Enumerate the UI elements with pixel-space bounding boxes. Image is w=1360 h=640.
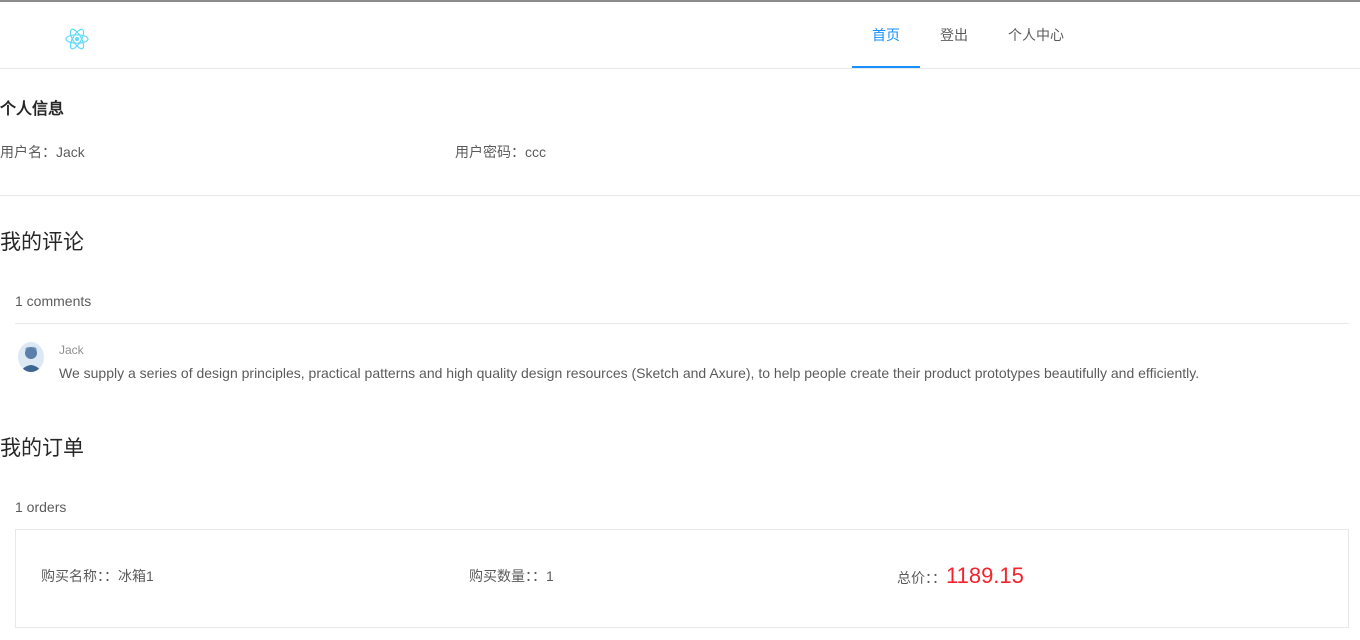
order-total-value: 1189.15	[946, 563, 1024, 588]
password-value: ccc	[525, 144, 546, 160]
top-header: 首页 登出 个人中心	[0, 2, 1360, 69]
order-qty-value: 1	[546, 568, 554, 584]
password-label: 用户密码：	[455, 144, 525, 160]
order-total-label: 总价：：	[897, 570, 946, 586]
orders-count: 1 orders	[15, 499, 67, 515]
user-avatar[interactable]	[18, 342, 44, 372]
order-name-label: 购买名称：：	[41, 568, 118, 584]
comments-title: 我的评论	[0, 231, 84, 254]
orders-title: 我的订单	[0, 437, 84, 460]
nav-home[interactable]: 首页	[852, 2, 920, 68]
username-row: 用户名：Jack	[0, 142, 85, 162]
nav-profile-center[interactable]: 个人中心	[988, 2, 1084, 68]
nav-logout[interactable]: 登出	[920, 2, 988, 68]
comments-divider	[15, 323, 1349, 324]
react-logo-icon[interactable]	[64, 26, 90, 52]
order-quantity: 购买数量：：1	[469, 566, 554, 586]
order-qty-label: 购买数量：：	[469, 568, 546, 584]
order-name-value: 冰箱1	[118, 568, 154, 584]
order-card: 购买名称：：冰箱1 购买数量：：1 总价：：1189.15	[15, 529, 1349, 628]
comment-author[interactable]: Jack	[59, 343, 84, 357]
username-value: Jack	[56, 144, 85, 160]
order-total: 总价：：1189.15	[897, 563, 1024, 589]
comments-count: 1 comments	[15, 293, 92, 309]
profile-title: 个人信息	[0, 101, 65, 118]
order-name: 购买名称：：冰箱1	[41, 566, 154, 586]
password-row: 用户密码：ccc	[455, 142, 546, 162]
username-label: 用户名：	[0, 144, 56, 160]
comment-content: We supply a series of design principles,…	[59, 365, 1200, 381]
section-divider	[0, 195, 1360, 196]
